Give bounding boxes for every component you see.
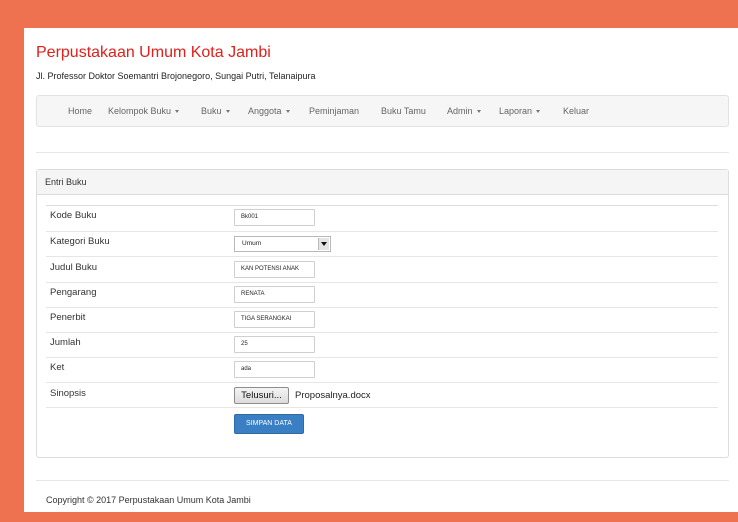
nav-home-label: Home xyxy=(68,106,93,116)
copyright-text: Copyright © 2017 Perpustakaan Umum Kota … xyxy=(46,495,251,505)
caret-down-icon xyxy=(285,110,290,114)
caret-down-icon xyxy=(175,110,180,114)
nav-laporan[interactable]: Laporan xyxy=(499,96,541,126)
row-divider xyxy=(46,357,718,358)
caret-down-icon xyxy=(225,110,230,114)
panel-heading: Entri Buku xyxy=(37,170,728,195)
nav-keluar[interactable]: Keluar xyxy=(563,96,589,126)
selected-file-name: Proposalnya.docx xyxy=(295,390,371,401)
panel-title: Entri Buku xyxy=(45,177,87,187)
browse-file-button[interactable]: Telusuri... xyxy=(234,387,289,404)
jumlah-label: Jumlah xyxy=(50,337,81,348)
caret-down-icon xyxy=(536,110,541,114)
ket-input[interactable]: ada xyxy=(234,361,315,378)
nav-home[interactable]: Home xyxy=(68,96,92,126)
sinopsis-label: Sinopsis xyxy=(50,388,86,399)
nav-peminjaman[interactable]: Peminjaman xyxy=(309,96,359,126)
page-container: Perpustakaan Umum Kota Jambi Jl. Profess… xyxy=(24,28,738,512)
simpan-data-button[interactable]: SIMPAN DATA xyxy=(234,414,304,434)
header-divider xyxy=(36,152,729,153)
judul-buku-input[interactable]: KAN POTENSI ANAK xyxy=(234,261,315,278)
row-divider xyxy=(46,256,718,257)
nav-buku-label: Buku xyxy=(201,106,222,116)
row-divider xyxy=(46,407,718,408)
pengarang-label: Pengarang xyxy=(50,287,97,298)
site-title: Perpustakaan Umum Kota Jambi xyxy=(36,44,271,61)
kode-buku-input[interactable]: Bk001 xyxy=(234,209,315,226)
nav-buku-tamu-label: Buku Tamu xyxy=(381,106,426,116)
nav-anggota[interactable]: Anggota xyxy=(248,96,290,126)
kategori-buku-label: Kategori Buku xyxy=(50,236,110,247)
nav-keluar-label: Keluar xyxy=(563,106,590,116)
entri-buku-panel: Entri Buku Kode Buku Bk001 Kategori Buku… xyxy=(36,169,729,458)
judul-buku-label: Judul Buku xyxy=(50,262,98,273)
kategori-buku-select[interactable]: Umum xyxy=(234,236,331,252)
ket-label: Ket xyxy=(50,362,65,373)
main-navbar: Home Kelompok Buku Buku Anggota Peminjam… xyxy=(36,95,729,127)
site-address: Jl. Professor Doktor Soemantri Brojonego… xyxy=(36,71,316,81)
penerbit-input[interactable]: TIGA SERANGKAI xyxy=(234,311,315,328)
jumlah-input[interactable]: 25 xyxy=(234,336,315,353)
nav-anggota-label: Anggota xyxy=(248,106,282,116)
caret-down-icon xyxy=(476,110,481,114)
kode-buku-label: Kode Buku xyxy=(50,210,97,221)
row-divider xyxy=(46,332,718,333)
nav-kelompok-buku[interactable]: Kelompok Buku xyxy=(108,96,180,126)
nav-admin[interactable]: Admin xyxy=(447,96,481,126)
nav-buku-tamu[interactable]: Buku Tamu xyxy=(381,96,426,126)
nav-kelompok-buku-label: Kelompok Buku xyxy=(108,106,172,116)
penerbit-label: Penerbit xyxy=(50,312,86,323)
row-divider xyxy=(46,307,718,308)
row-divider xyxy=(46,282,718,283)
pengarang-input[interactable]: RENATA xyxy=(234,286,315,303)
form-top-divider xyxy=(46,205,718,206)
nav-laporan-label: Laporan xyxy=(499,106,533,116)
select-arrow-icon[interactable] xyxy=(318,238,329,250)
row-divider xyxy=(46,382,718,383)
row-divider xyxy=(46,231,718,232)
nav-admin-label: Admin xyxy=(447,106,473,116)
nav-buku[interactable]: Buku xyxy=(201,96,230,126)
nav-peminjaman-label: Peminjaman xyxy=(309,106,360,116)
footer-divider xyxy=(36,480,729,481)
kategori-buku-selected: Umum xyxy=(242,240,262,247)
